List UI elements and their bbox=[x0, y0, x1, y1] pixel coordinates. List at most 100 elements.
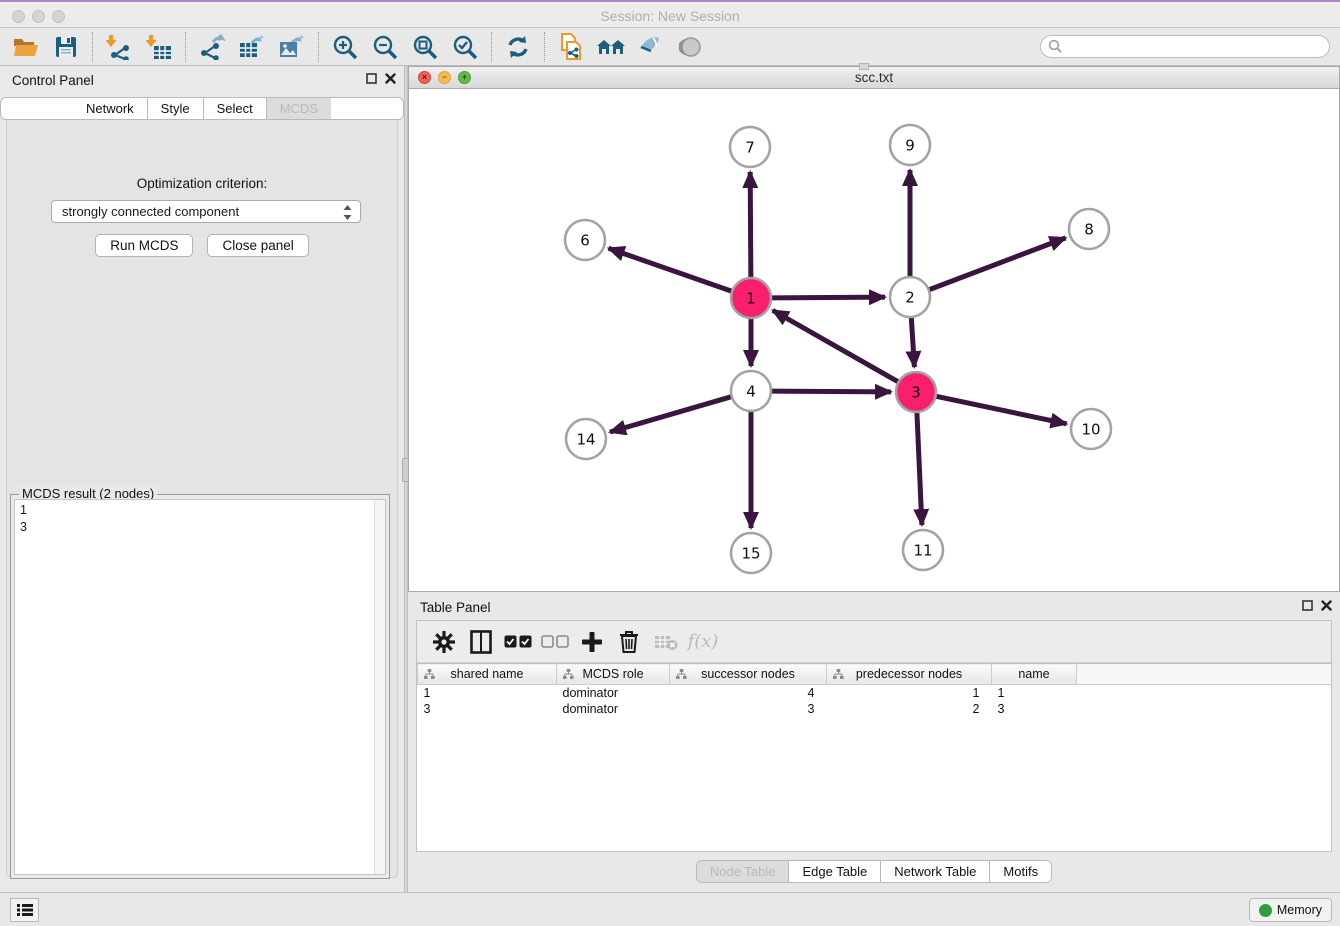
column-header-name[interactable]: name bbox=[992, 664, 1077, 685]
mcds-result-fieldset: MCDS result (2 nodes) 13 bbox=[10, 494, 390, 879]
graph-edge-1-7[interactable] bbox=[750, 172, 751, 278]
network-window-title: scc.txt bbox=[409, 70, 1339, 85]
graph-edge-3-1[interactable] bbox=[773, 310, 899, 382]
zoom-out-icon[interactable] bbox=[368, 31, 402, 63]
table-cell[interactable]: 4 bbox=[670, 685, 827, 701]
control-tab-style[interactable]: Style bbox=[148, 98, 204, 119]
graph-edge-1-6[interactable] bbox=[609, 248, 733, 291]
table-cell[interactable]: 2 bbox=[827, 701, 992, 717]
graph-node-15[interactable]: 15 bbox=[731, 533, 771, 573]
run-mcds-button[interactable]: Run MCDS bbox=[95, 234, 193, 257]
table-cell[interactable]: 3 bbox=[418, 701, 557, 717]
column-header-filler bbox=[1077, 664, 1332, 685]
graph-node-2[interactable]: 2 bbox=[890, 277, 930, 317]
graph-edge-4-14[interactable] bbox=[610, 397, 732, 432]
graph-edge-4-3[interactable] bbox=[771, 391, 891, 392]
graph-edge-3-11[interactable] bbox=[917, 412, 922, 525]
control-tab-select[interactable]: Select bbox=[204, 98, 267, 119]
table-panel-float-icon[interactable] bbox=[1302, 600, 1313, 611]
export-network-icon[interactable] bbox=[195, 31, 229, 63]
result-scrollbar[interactable] bbox=[374, 500, 385, 874]
graph-node-14[interactable]: 14 bbox=[566, 419, 606, 459]
apply-style-icon[interactable] bbox=[634, 31, 668, 63]
graph-node-3[interactable]: 3 bbox=[896, 372, 936, 412]
add-column-icon[interactable] bbox=[577, 627, 607, 657]
svg-text:15: 15 bbox=[741, 544, 760, 562]
import-network-icon[interactable] bbox=[102, 31, 136, 63]
zoom-in-icon[interactable] bbox=[328, 31, 362, 63]
table-toolbar: f(x) bbox=[417, 621, 1331, 663]
graph-node-7[interactable]: 7 bbox=[730, 127, 770, 167]
table-panel-close-icon[interactable] bbox=[1321, 600, 1332, 611]
criterion-select[interactable]: strongly connected component bbox=[51, 200, 361, 223]
graph-node-10[interactable]: 10 bbox=[1071, 409, 1111, 449]
deselect-checkboxes-icon[interactable] bbox=[540, 627, 570, 657]
control-panel-close-icon[interactable] bbox=[385, 73, 396, 84]
memory-button-label: Memory bbox=[1277, 903, 1322, 917]
toolbar-separator bbox=[544, 32, 545, 62]
column-header-shared-name[interactable]: shared name bbox=[418, 664, 557, 685]
network-window-titlebar[interactable]: × − + scc.txt bbox=[409, 67, 1339, 89]
column-layout-icon[interactable] bbox=[466, 627, 496, 657]
select-all-checkboxes-icon[interactable] bbox=[503, 627, 533, 657]
delete-column-icon[interactable] bbox=[614, 627, 644, 657]
control-panel-float-icon[interactable] bbox=[366, 73, 377, 84]
export-table-icon[interactable] bbox=[235, 31, 269, 63]
table-cell[interactable]: 3 bbox=[992, 701, 1077, 717]
table-row[interactable]: 1dominator411 bbox=[418, 685, 1332, 701]
node-table: shared nameMCDS rolesuccessor nodesprede… bbox=[417, 663, 1331, 717]
svg-text:8: 8 bbox=[1084, 220, 1094, 238]
table-cell[interactable]: 1 bbox=[992, 685, 1077, 701]
graph-node-6[interactable]: 6 bbox=[565, 220, 605, 260]
zoom-fit-icon[interactable] bbox=[408, 31, 442, 63]
svg-text:2: 2 bbox=[905, 288, 915, 306]
graph-node-1[interactable]: 1 bbox=[731, 278, 771, 318]
close-panel-button[interactable]: Close panel bbox=[207, 234, 308, 257]
app-titlebar: Session: New Session bbox=[0, 0, 1340, 28]
table-cell[interactable]: dominator bbox=[557, 701, 670, 717]
eye-disabled-icon bbox=[674, 31, 708, 63]
memory-button[interactable]: Memory bbox=[1249, 898, 1332, 922]
home-view-icon[interactable] bbox=[594, 31, 628, 63]
refresh-icon[interactable] bbox=[501, 31, 535, 63]
graph-node-9[interactable]: 9 bbox=[890, 125, 930, 165]
settings-gear-icon[interactable] bbox=[429, 627, 459, 657]
network-canvas-svg[interactable]: 1 2 3 4 6 7 8 9 10 11 14 15 bbox=[409, 89, 1339, 591]
task-history-button[interactable] bbox=[10, 898, 39, 922]
zoom-selected-icon[interactable] bbox=[448, 31, 482, 63]
table-panel: Table Panel bbox=[408, 592, 1340, 892]
table-cell[interactable]: 3 bbox=[670, 701, 827, 717]
svg-text:4: 4 bbox=[746, 382, 756, 400]
table-tab-motifs[interactable]: Motifs bbox=[990, 861, 1051, 882]
graph-node-11[interactable]: 11 bbox=[903, 530, 943, 570]
control-tab-network[interactable]: Network bbox=[73, 98, 148, 119]
table-cell[interactable]: 1 bbox=[827, 685, 992, 701]
duplicate-network-icon[interactable] bbox=[554, 31, 588, 63]
column-header-successor-nodes[interactable]: successor nodes bbox=[670, 664, 827, 685]
import-table-icon[interactable] bbox=[142, 31, 176, 63]
table-row[interactable]: 3dominator323 bbox=[418, 701, 1332, 717]
table-cell[interactable]: dominator bbox=[557, 685, 670, 701]
horizontal-splitter-grip[interactable] bbox=[859, 63, 869, 70]
table-tab-node-table[interactable]: Node Table bbox=[697, 861, 790, 882]
table-tab-network-table[interactable]: Network Table bbox=[881, 861, 990, 882]
open-session-icon[interactable] bbox=[9, 31, 43, 63]
column-header-predecessor-nodes[interactable]: predecessor nodes bbox=[827, 664, 992, 685]
graph-edge-2-8[interactable] bbox=[929, 238, 1066, 290]
export-image-icon[interactable] bbox=[275, 31, 309, 63]
column-header-MCDS-role[interactable]: MCDS role bbox=[557, 664, 670, 685]
graph-node-4[interactable]: 4 bbox=[731, 371, 771, 411]
save-session-icon[interactable] bbox=[49, 31, 83, 63]
delete-table-disabled-icon bbox=[651, 627, 681, 657]
mcds-result-line: 3 bbox=[20, 519, 380, 536]
control-tab-mcds[interactable]: MCDS bbox=[267, 98, 331, 119]
graph-edge-3-10[interactable] bbox=[936, 396, 1067, 424]
table-tab-edge-table[interactable]: Edge Table bbox=[789, 861, 881, 882]
table-cell[interactable]: 1 bbox=[418, 685, 557, 701]
search-input[interactable] bbox=[1040, 35, 1330, 58]
graph-edge-2-3[interactable] bbox=[911, 317, 914, 367]
mcds-result-textarea[interactable]: 13 bbox=[14, 499, 386, 875]
table-panel-tabs: Node TableEdge TableNetwork TableMotifs bbox=[696, 860, 1052, 883]
graph-node-8[interactable]: 8 bbox=[1069, 209, 1109, 249]
graph-edge-1-2[interactable] bbox=[771, 297, 885, 298]
